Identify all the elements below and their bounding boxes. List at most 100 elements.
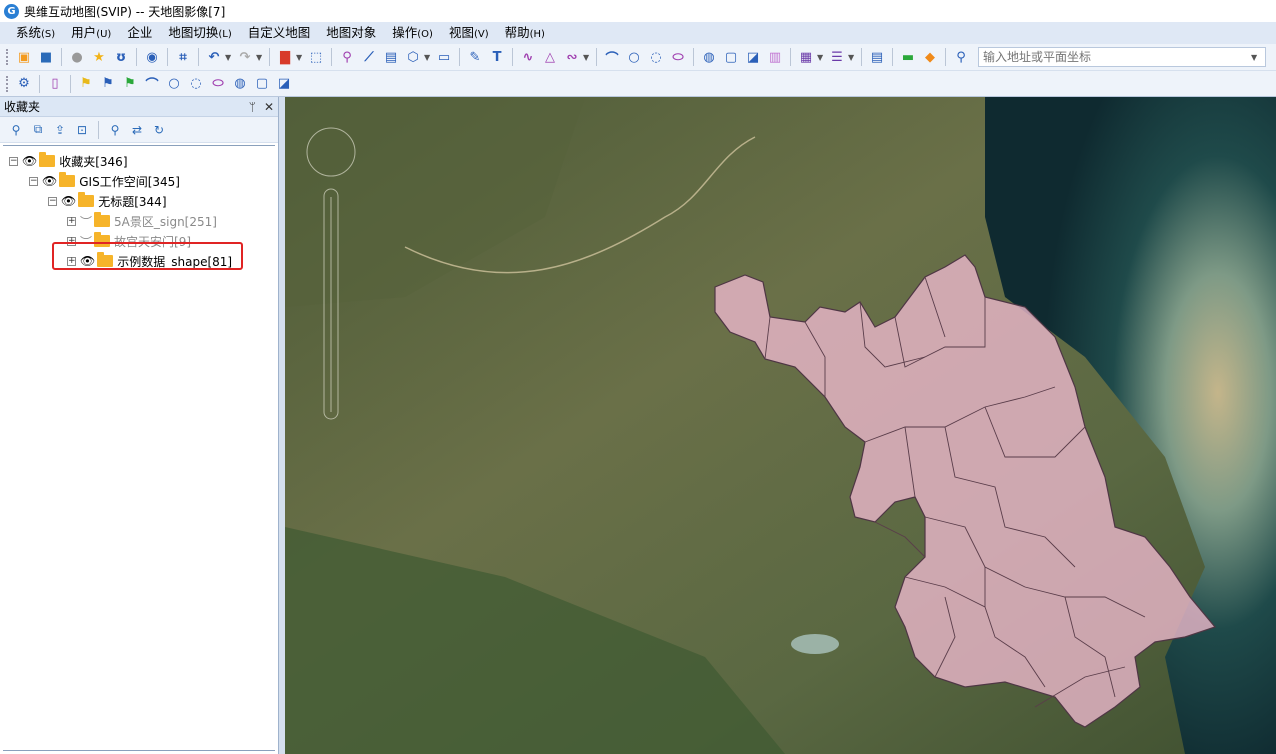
list-icon[interactable]: ☰ <box>826 46 848 68</box>
eye-closed-icon[interactable]: ︶ <box>80 213 92 230</box>
undo-dropdown-icon[interactable]: ▼ <box>225 53 234 62</box>
menu-bar: 系统(S) 用户(U) 企业 地图切换(L) 自定义地图 地图对象 操作(O) … <box>0 22 1276 44</box>
circle-icon[interactable]: ○ <box>623 46 645 68</box>
menu-enterprise[interactable]: 企业 <box>119 22 160 44</box>
camera-icon[interactable]: ▭ <box>433 46 455 68</box>
folder-icon <box>78 192 95 207</box>
globe-icon[interactable]: ◉ <box>141 46 163 68</box>
arc-icon[interactable]: ⌒ <box>601 46 623 68</box>
mark-pin-icon[interactable]: ✎ <box>464 46 486 68</box>
app-logo-icon: G <box>4 3 19 19</box>
import-icon[interactable]: ⇪ <box>50 120 70 140</box>
menu-system[interactable]: 系统(S) <box>8 22 63 44</box>
locate-icon[interactable]: ⊡ <box>72 120 92 140</box>
ellipse-icon[interactable]: ⬭ <box>667 46 689 68</box>
ellipse-outline-icon[interactable]: ⬭ <box>207 73 229 95</box>
fill-square-icon[interactable]: ▢ <box>720 46 742 68</box>
delete-dropdown-icon[interactable]: ▼ <box>296 53 305 62</box>
toolbar-separator <box>198 48 199 66</box>
tree-node-root[interactable]: − 👁 收藏夹[346] <box>9 151 128 171</box>
green-pin-icon[interactable]: ⚑ <box>119 73 141 95</box>
collapse-icon[interactable]: − <box>29 176 38 186</box>
location-pin-icon[interactable]: ⚲ <box>336 46 358 68</box>
fill-quad-icon[interactable]: ◪ <box>742 46 764 68</box>
layout-dropdown-icon[interactable]: ▼ <box>817 53 826 62</box>
menu-custom-map[interactable]: 自定义地图 <box>240 22 319 44</box>
crop-icon[interactable]: ⌗ <box>172 46 194 68</box>
curve-icon[interactable]: ∾ <box>561 46 583 68</box>
redo-icon[interactable]: ↷ <box>234 46 256 68</box>
highlight-box <box>52 242 243 270</box>
sync-icon[interactable]: ⇄ <box>127 120 147 140</box>
partial-circle-icon[interactable]: ◌ <box>185 73 207 95</box>
menu-map-objects[interactable]: 地图对象 <box>318 22 384 44</box>
menu-user[interactable]: 用户(U) <box>63 22 119 44</box>
address-search-input[interactable] <box>979 50 1251 64</box>
open-folder-icon[interactable]: ▣ <box>13 46 35 68</box>
collapse-icon[interactable]: − <box>9 156 18 166</box>
copy-icon[interactable]: ⧉ <box>28 120 48 140</box>
shape-icon[interactable]: ⬡ <box>402 46 424 68</box>
area-measure-icon[interactable]: ▤ <box>380 46 402 68</box>
redo-dropdown-icon[interactable]: ▼ <box>256 53 265 62</box>
settings-gear-icon[interactable]: ⚙ <box>13 73 35 95</box>
select-rect-icon[interactable]: ⬚ <box>305 46 327 68</box>
blue-pin-icon[interactable]: ⚑ <box>97 73 119 95</box>
menu-view[interactable]: 视图(V) <box>441 22 497 44</box>
filled-circle-icon[interactable]: ◍ <box>229 73 251 95</box>
tree-node-untitled[interactable]: − 👁 无标题[344] <box>48 191 167 211</box>
satellite-map[interactable] <box>285 97 1276 754</box>
filled-square-icon[interactable]: ▢ <box>251 73 273 95</box>
curve-dropdown-icon[interactable]: ▼ <box>583 53 592 62</box>
chevron-down-icon[interactable]: ▼ <box>1251 53 1265 62</box>
shape-dropdown-icon[interactable]: ▼ <box>424 53 433 62</box>
close-icon[interactable]: ✕ <box>264 100 274 114</box>
arc-circle-icon[interactable]: ◌ <box>645 46 667 68</box>
eye-icon[interactable]: 👁 <box>22 154 37 168</box>
tree-node-workspace[interactable]: − 👁 GIS工作空间[345] <box>29 171 180 191</box>
list-dropdown-icon[interactable]: ▼ <box>848 53 857 62</box>
document-icon[interactable]: ▯ <box>44 73 66 95</box>
calendar-icon[interactable]: ▤ <box>866 46 888 68</box>
toolbar-grip[interactable] <box>6 75 9 92</box>
ruler-icon[interactable]: ⟋ <box>358 46 380 68</box>
eye-icon[interactable]: 👁 <box>42 174 57 188</box>
collapse-icon[interactable]: − <box>48 196 57 206</box>
filled-polygon-icon[interactable]: ◪ <box>273 73 295 95</box>
toolbar-separator <box>945 48 946 66</box>
route-icon[interactable]: ʊ <box>110 46 132 68</box>
tree-node-5a-sign[interactable]: + ︶ 5A景区_sign[251] <box>67 211 217 231</box>
delete-icon[interactable]: ▇ <box>274 46 296 68</box>
map-view[interactable] <box>285 97 1276 754</box>
refresh-icon[interactable]: ↻ <box>149 120 169 140</box>
star-icon[interactable]: ★ <box>88 46 110 68</box>
menu-map-switch[interactable]: 地图切换(L) <box>160 22 239 44</box>
fill-circle-icon[interactable]: ◍ <box>698 46 720 68</box>
circle-outline-icon[interactable]: ○ <box>163 73 185 95</box>
text-icon[interactable]: T <box>486 46 508 68</box>
search-icon[interactable]: ⚲ <box>6 120 26 140</box>
chat-icon[interactable]: ▬ <box>897 46 919 68</box>
address-search-box[interactable]: ▼ <box>978 47 1266 67</box>
toolbar-grip[interactable] <box>6 49 9 65</box>
title-bar: G 奥维互动地图(SVIP) -- 天地图影像[7] <box>0 0 1276 22</box>
pin-icon[interactable]: ᛘ <box>249 100 256 114</box>
bars-icon[interactable]: ▥ <box>764 46 786 68</box>
menu-operate[interactable]: 操作(O) <box>384 22 441 44</box>
menu-help[interactable]: 帮助(H) <box>497 22 553 44</box>
expand-icon[interactable]: + <box>67 216 76 226</box>
undo-icon[interactable]: ↶ <box>203 46 225 68</box>
user-icon[interactable]: ● <box>66 46 88 68</box>
diamond-icon[interactable]: ◆ <box>919 46 941 68</box>
search-icon[interactable]: ⚲ <box>950 46 972 68</box>
panel-toolbar: ⚲ ⧉ ⇪ ⊡ ⚲ ⇄ ↻ <box>0 117 278 143</box>
save-icon[interactable]: ■ <box>35 46 57 68</box>
arc-line-icon[interactable]: ⌒ <box>141 73 163 95</box>
toolbar-separator <box>892 48 893 66</box>
triangle-icon[interactable]: △ <box>539 46 561 68</box>
eye-icon[interactable]: 👁 <box>61 194 76 208</box>
layout-icon[interactable]: ▦ <box>795 46 817 68</box>
yellow-pin-icon[interactable]: ⚑ <box>75 73 97 95</box>
polyline-icon[interactable]: ∿ <box>517 46 539 68</box>
marker-icon[interactable]: ⚲ <box>105 120 125 140</box>
